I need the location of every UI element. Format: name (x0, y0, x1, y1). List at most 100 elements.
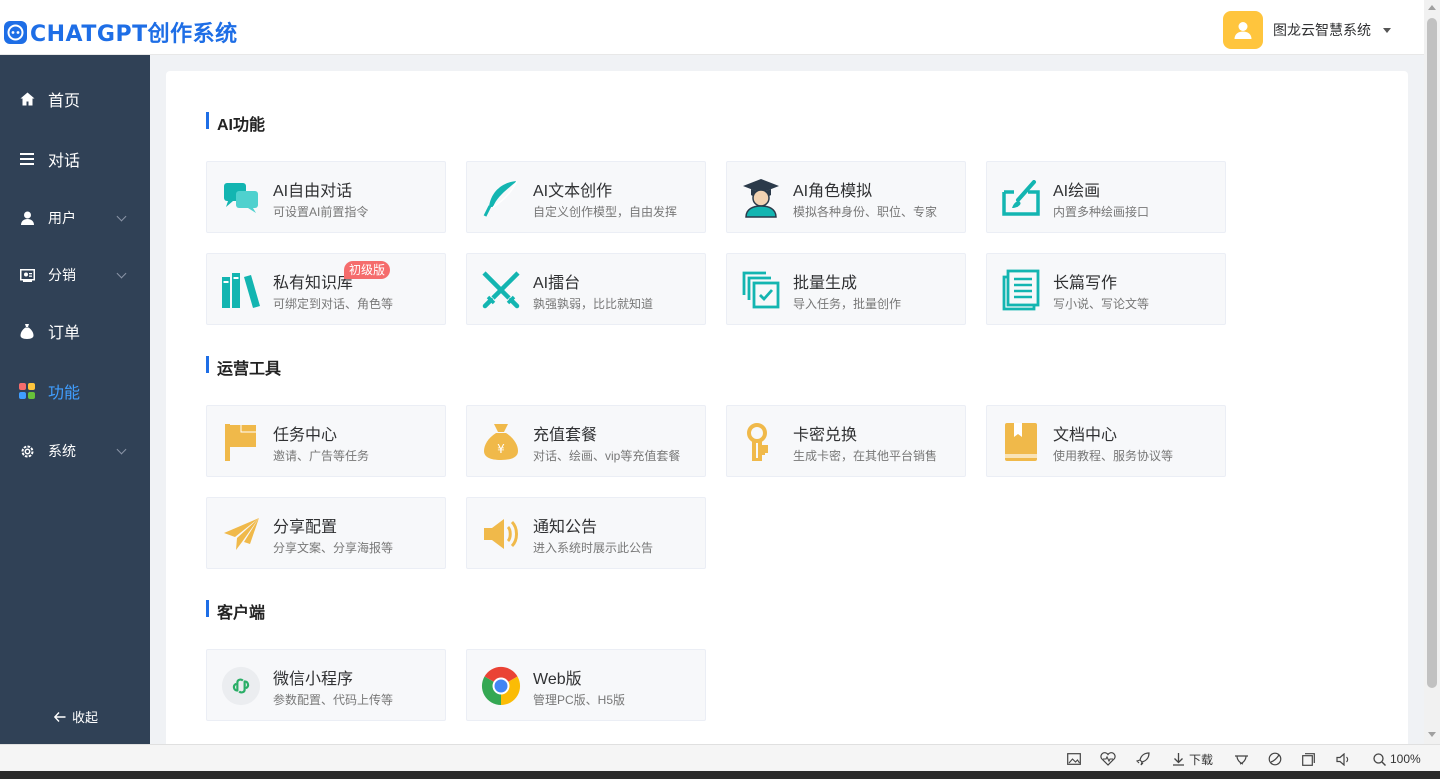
sidebar-item-features[interactable]: 功能 (0, 371, 150, 411)
logo-icon (4, 20, 27, 44)
sidebar-item-orders[interactable]: 订单 (0, 311, 150, 351)
app-title: CHATGPT创作系统 (30, 22, 238, 47)
card-share-config[interactable]: 分享配置 分享文案、分享海报等 (206, 497, 446, 569)
card-title: Web版 (533, 671, 582, 688)
browser-icon[interactable] (1268, 751, 1282, 767)
chevron-down-icon (116, 444, 127, 455)
avatar[interactable] (1223, 11, 1263, 49)
card-subtitle: 邀请、广告等任务 (273, 449, 370, 463)
card-ai-chat[interactable]: AI自由对话 可设置AI前置指令 (206, 161, 446, 233)
image-icon[interactable] (1067, 751, 1081, 767)
card-document-center[interactable]: 文档中心 使用教程、服务协议等 (986, 405, 1226, 477)
sidebar: 首页 对话 用户 分销 订单 功能 系统 收起 (0, 55, 150, 744)
zoom-level: 100% (1390, 752, 1421, 766)
sidebar-item-label: 用户 (48, 210, 76, 226)
window-icon[interactable] (1302, 751, 1315, 767)
svg-text:¥: ¥ (497, 442, 505, 456)
paper-plane-icon (221, 514, 261, 554)
card-title: 通知公告 (533, 519, 598, 536)
card-ai-role[interactable]: AI角色模拟 模拟各种身份、职位、专家 (726, 161, 966, 233)
card-subtitle: 写小说、写论文等 (1053, 297, 1150, 311)
collapse-label: 收起 (72, 710, 99, 725)
main-panel: AI功能 AI自由对话 可设置AI前置指令 AI文本创作 自定义创作模型，自由发… (166, 71, 1408, 751)
card-title: 任务中心 (273, 427, 338, 444)
card-title: 私有知识库 (273, 275, 354, 292)
mini-program-icon (221, 666, 261, 706)
app-logo[interactable]: CHATGPT创作系统 (4, 16, 238, 48)
card-knowledge-base[interactable]: 私有知识库 可绑定到对话、角色等 初级版 (206, 253, 446, 325)
money-bag-icon (19, 323, 35, 339)
card-title: 微信小程序 (273, 671, 354, 688)
chrome-icon (481, 666, 521, 706)
card-ai-paint[interactable]: AI绘画 内置多种绘画接口 (986, 161, 1226, 233)
scroll-down-icon[interactable] (1428, 732, 1436, 737)
user-name[interactable]: 图龙云智慧系统 (1273, 20, 1371, 40)
card-title: AI自由对话 (273, 183, 353, 200)
scroll-up-icon[interactable] (1428, 5, 1436, 10)
card-long-writing[interactable]: 长篇写作 写小说、写论文等 (986, 253, 1226, 325)
user-icon (1234, 22, 1252, 39)
vertical-scrollbar[interactable] (1424, 0, 1440, 744)
card-task-center[interactable]: 任务中心 邀请、广告等任务 (206, 405, 446, 477)
card-ai-text[interactable]: AI文本创作 自定义创作模型，自由发挥 (466, 161, 706, 233)
sidebar-item-system[interactable]: 系统 (0, 431, 150, 471)
apps-icon (19, 383, 35, 399)
translate-icon[interactable] (1234, 751, 1249, 767)
top-header: CHATGPT创作系统 图龙云智慧系统 (0, 0, 1424, 55)
card-subtitle: 参数配置、代码上传等 (273, 693, 394, 707)
user-menu[interactable]: 图龙云智慧系统 (1223, 11, 1391, 49)
card-card-redeem[interactable]: 卡密兑换 生成卡密，在其他平台销售 (726, 405, 966, 477)
card-title: 充值套餐 (533, 427, 598, 444)
scrollbar-thumb[interactable] (1427, 18, 1437, 688)
card-subtitle: 导入任务，批量创作 (793, 297, 902, 311)
browser-status-bar: 下载 100% (0, 744, 1440, 771)
chat-bubbles-icon (221, 178, 261, 218)
sidebar-item-label: 系统 (48, 443, 76, 459)
card-web-version[interactable]: Web版 管理PC版、H5版 (466, 649, 706, 721)
version-badge: 初级版 (344, 261, 391, 279)
swords-icon (481, 270, 521, 310)
zoom-icon (1373, 752, 1386, 766)
sidebar-item-label: 功能 (48, 385, 81, 402)
card-wechat-mini-program[interactable]: 微信小程序 参数配置、代码上传等 (206, 649, 446, 721)
chevron-down-icon (116, 268, 127, 279)
sidebar-item-label: 分销 (48, 267, 76, 283)
books-icon (221, 270, 261, 310)
section-title-client: 客户端 (206, 599, 265, 623)
card-notice[interactable]: 通知公告 进入系统时展示此公告 (466, 497, 706, 569)
sidebar-item-label: 订单 (48, 325, 81, 342)
sidebar-item-home[interactable]: 首页 (0, 79, 150, 119)
home-icon (19, 91, 35, 107)
document-icon (1001, 269, 1041, 311)
download-button[interactable]: 下载 (1172, 751, 1213, 767)
card-subtitle: 生成卡密，在其他平台销售 (793, 449, 938, 463)
card-title: 卡密兑换 (793, 427, 858, 444)
card-title: AI擂台 (533, 275, 581, 292)
card-recharge-package[interactable]: ¥ 充值套餐 对话、绘画、vip等充值套餐 (466, 405, 706, 477)
rocket-icon[interactable] (1136, 751, 1150, 767)
section-title-operations: 运营工具 (206, 355, 281, 379)
card-subtitle: 模拟各种身份、职位、专家 (793, 205, 938, 219)
volume-icon[interactable] (1336, 751, 1351, 767)
paint-icon (1001, 178, 1041, 218)
collapse-sidebar-button[interactable]: 收起 (54, 707, 98, 726)
card-subtitle: 管理PC版、H5版 (533, 693, 626, 707)
list-icon (19, 151, 35, 167)
card-subtitle: 对话、绘画、vip等充值套餐 (533, 449, 681, 463)
card-ai-arena[interactable]: AI擂台 孰强孰弱，比比就知道 (466, 253, 706, 325)
download-icon (1173, 753, 1184, 766)
graduate-icon (741, 178, 781, 218)
sidebar-item-distribution[interactable]: 分销 (0, 255, 150, 295)
zoom-control[interactable]: 100% (1373, 751, 1421, 767)
sidebar-item-chat[interactable]: 对话 (0, 139, 150, 179)
card-subtitle: 孰强孰弱，比比就知道 (533, 297, 654, 311)
distribution-icon (19, 267, 35, 283)
card-batch-generate[interactable]: 批量生成 导入任务，批量创作 (726, 253, 966, 325)
section-title-ai: AI功能 (206, 111, 265, 135)
os-taskbar (0, 771, 1440, 779)
download-label: 下载 (1189, 752, 1214, 767)
health-icon[interactable] (1100, 751, 1116, 767)
sidebar-item-user[interactable]: 用户 (0, 198, 150, 238)
card-subtitle: 可设置AI前置指令 (273, 205, 369, 219)
caret-down-icon[interactable] (1383, 27, 1391, 33)
